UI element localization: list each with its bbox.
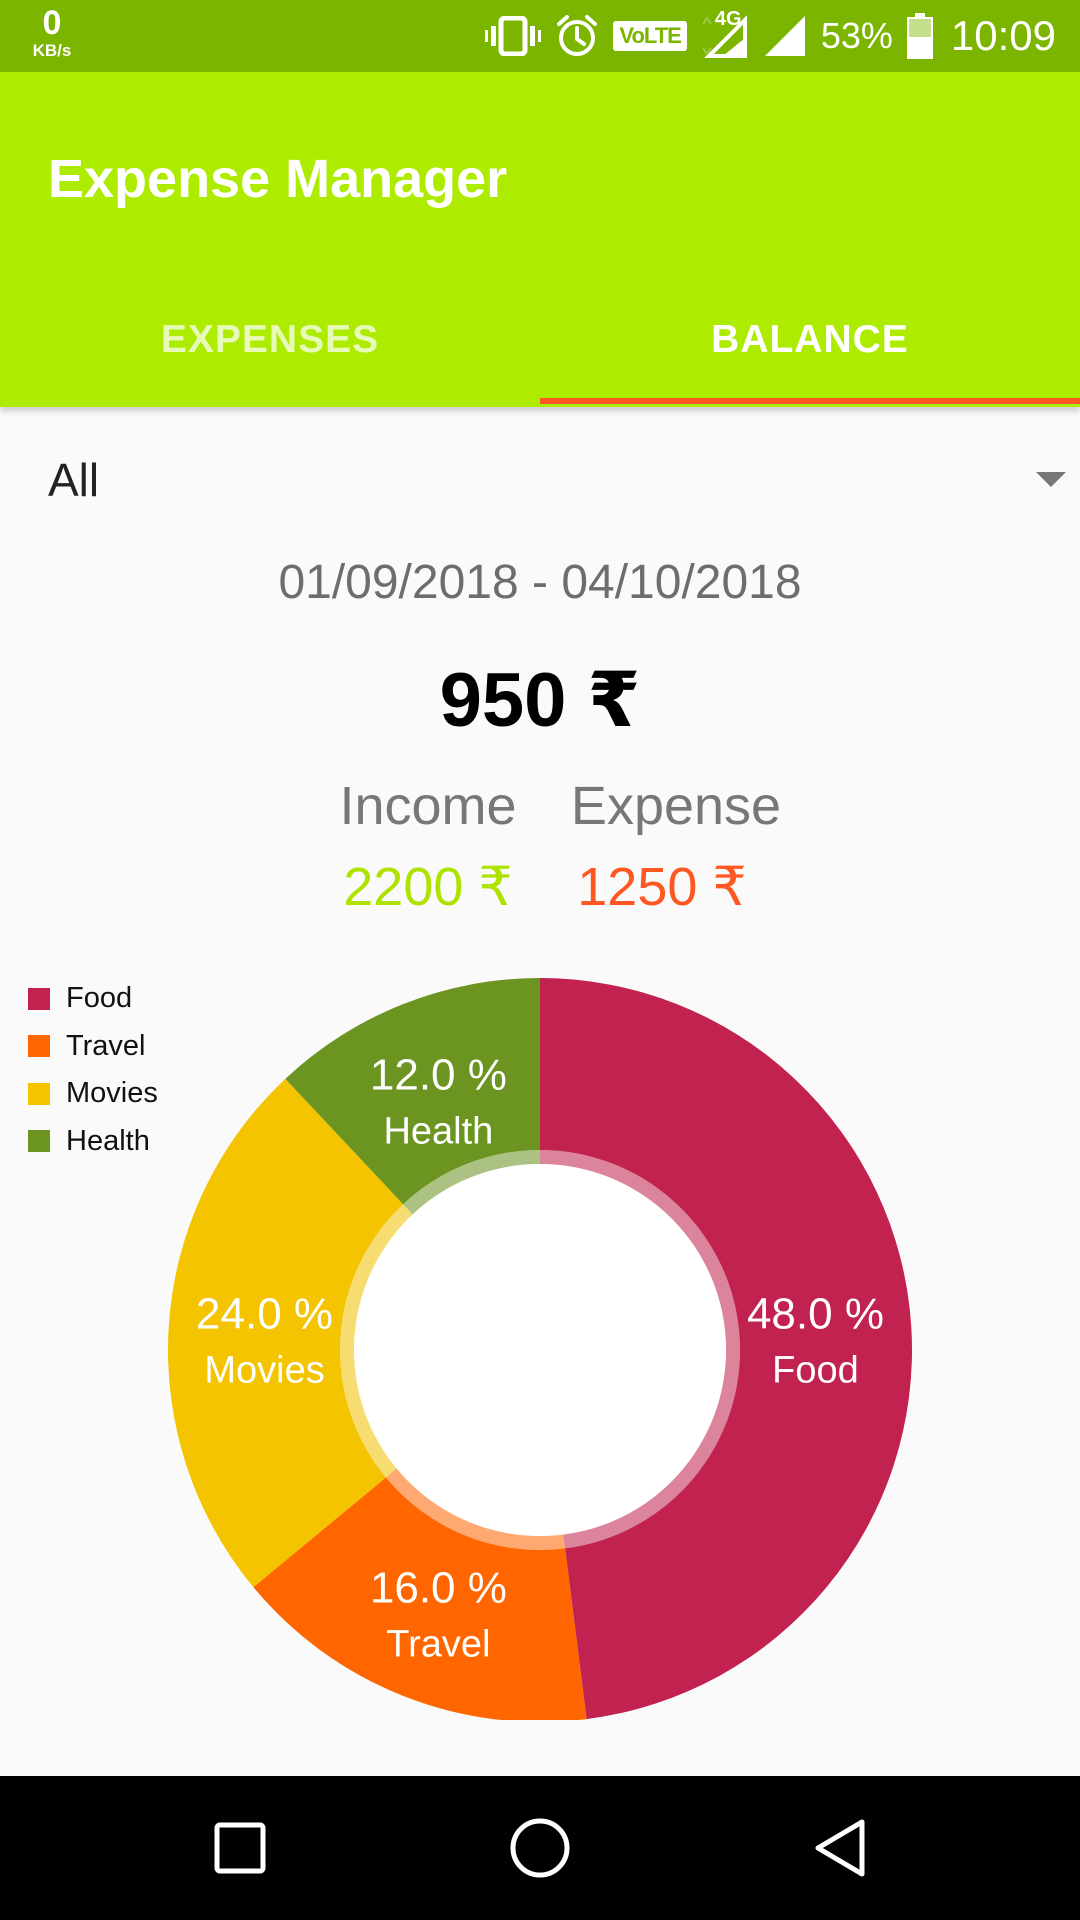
legend-label-health: Health (66, 1124, 150, 1157)
network-speed-unit: KB/s (32, 41, 72, 60)
slice-name-label-movies: Movies (204, 1350, 324, 1392)
legend-swatch-food (28, 987, 50, 1010)
network-speed: 0 KB/s (28, 6, 76, 59)
dropdown-arrow-icon (1036, 472, 1066, 487)
recent-apps-icon[interactable] (170, 1776, 310, 1920)
legend-label-travel: Travel (66, 1029, 146, 1062)
chart-legend: Food Travel Movies Health (28, 975, 158, 1165)
slice-value-label-movies: 24.0 % (196, 1290, 333, 1339)
balance-amount: 950 ₹ (439, 658, 641, 743)
tab-expenses[interactable]: EXPENSES (0, 272, 540, 407)
volte-icon: VoLTE (613, 21, 687, 51)
home-icon[interactable] (470, 1776, 610, 1920)
legend-item-travel: Travel (28, 1023, 158, 1071)
signal-4g-icon: 4G (701, 8, 749, 58)
donut-hole (354, 1164, 726, 1536)
expense-label: Expense (570, 776, 782, 836)
slice-value-label-food: 48.0 % (747, 1290, 884, 1339)
navigation-bar (0, 1776, 1080, 1920)
legend-swatch-health (28, 1130, 50, 1153)
filter-value: All (48, 454, 100, 506)
battery-icon (906, 13, 933, 59)
income-label: Income (339, 776, 517, 836)
tab-balance[interactable]: BALANCE (540, 272, 1080, 407)
date-range: 01/09/2018 - 04/10/2018 (278, 556, 802, 609)
battery-percent: 53% (820, 15, 893, 56)
legend-swatch-travel (28, 1035, 50, 1058)
tab-indicator (540, 398, 1080, 404)
legend-label-food: Food (66, 982, 133, 1015)
vibrate-icon (485, 16, 542, 56)
expense-donut-chart: 48.0 % Food 16.0 % Travel 24.0 % Movies 12.0 %… (0, 960, 1080, 1720)
legend-item-food: Food (28, 975, 158, 1023)
clock: 10:09 (950, 12, 1056, 59)
slice-name-label-travel: Travel (386, 1624, 490, 1666)
network-type-label: 4G (714, 8, 742, 30)
app-bar: Expense Manager EXPENSES BALANCE (0, 72, 1080, 407)
legend-swatch-movies (28, 1082, 50, 1105)
slice-value-label-travel: 16.0 % (370, 1564, 507, 1613)
volte-label: VoLTE (613, 21, 687, 51)
signal-icon (763, 14, 807, 58)
expense-value: 1250 ₹ (577, 857, 747, 917)
slice-name-label-food: Food (772, 1350, 859, 1392)
slice-name-label-health: Health (383, 1110, 493, 1152)
slice-value-label-health: 12.0 % (370, 1050, 507, 1099)
network-speed-value: 0 (42, 4, 62, 42)
donut-svg: 48.0 % Food 16.0 % Travel 24.0 % Movies 12.0 %… (168, 978, 913, 1720)
alarm-icon (555, 14, 599, 58)
back-icon[interactable] (770, 1776, 910, 1920)
legend-item-health: Health (28, 1118, 158, 1166)
income-value: 2200 ₹ (343, 857, 513, 917)
status-bar: 0 KB/s VoLTE 4G 53% 10:09 (0, 0, 1080, 72)
app-title: Expense Manager (48, 149, 508, 209)
legend-item-movies: Movies (28, 1070, 158, 1118)
legend-label-movies: Movies (66, 1077, 158, 1110)
filter-dropdown[interactable]: All (0, 420, 1080, 535)
